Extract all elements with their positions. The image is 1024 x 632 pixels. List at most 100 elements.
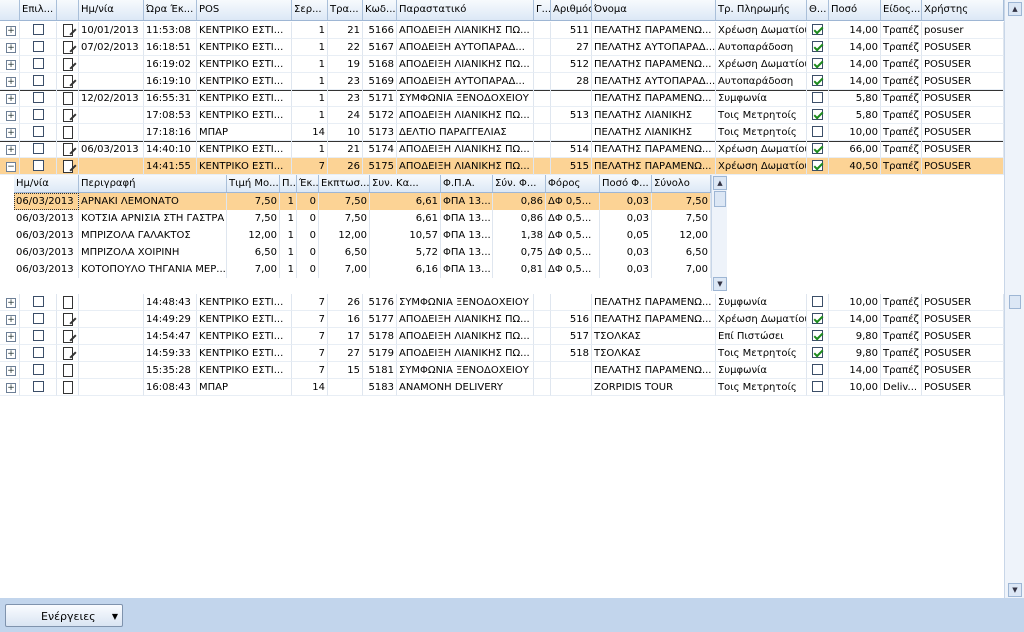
scroll-up-icon[interactable]: ▲ xyxy=(713,176,727,190)
col-header[interactable]: Σερ... xyxy=(292,0,328,20)
col-header[interactable]: Ημ/νία xyxy=(79,0,144,20)
detail-row[interactable]: 06/03/2013 ΑΡΝΑΚΙ ΛΕΜΟΝΑΤΟ 7,50 1 0 7,50 6,61 Φ… xyxy=(14,193,711,210)
table-row[interactable]: +17:18:16 ΜΠΑΡ 14 10 5173 ΔΕΛΤΙΟ ΠΑΡΑΓΓΕΛΙΑΣ Π… xyxy=(0,124,1004,141)
checkbox[interactable] xyxy=(812,160,823,171)
col-header[interactable] xyxy=(0,0,20,20)
collapse-icon[interactable]: − xyxy=(6,162,16,172)
expand-icon[interactable]: + xyxy=(6,26,16,36)
col-header[interactable]: Θ... xyxy=(807,0,829,20)
col-header[interactable]: Όνομα xyxy=(592,0,716,20)
checkbox[interactable] xyxy=(32,364,44,375)
checkbox[interactable] xyxy=(812,296,823,307)
detail-row[interactable]: 06/03/2013 ΜΠΡΙΖΟΛΑ ΧΟΙΡΙΝΗ 6,50 1 0 6,50 5,72… xyxy=(14,244,711,261)
detail-col-header[interactable]: Εκπτωσ... xyxy=(319,175,370,192)
expand-icon[interactable]: + xyxy=(6,298,16,308)
table-row[interactable]: +06/03/2013 14:40:10 ΚΕΝΤΡΙΚΟ ΕΣΤΙ... 1 21 51… xyxy=(0,141,1004,158)
table-row[interactable]: − 14:41:55 ΚΕΝΤΡΙΚΟ ΕΣΤΙ... 7 26 5175 ΑΠΟΔΕΙΞΗ… xyxy=(0,158,1004,175)
expand-icon[interactable]: + xyxy=(6,145,16,155)
checkbox[interactable] xyxy=(32,41,44,52)
expand-icon[interactable]: + xyxy=(6,128,16,138)
expand-icon[interactable]: + xyxy=(6,77,16,87)
scroll-thumb[interactable] xyxy=(714,191,726,207)
table-row[interactable]: +14:54:47 ΚΕΝΤΡΙΚΟ ΕΣΤΙ... 7 17 5178 ΑΠΟΔΕΙΞΗ… xyxy=(0,328,1004,345)
expand-icon[interactable]: + xyxy=(6,60,16,70)
checkbox[interactable] xyxy=(812,41,823,52)
scroll-down-icon[interactable]: ▼ xyxy=(713,277,727,291)
detail-col-header[interactable]: Φόρος xyxy=(546,175,600,192)
col-header[interactable]: Επιλ... xyxy=(20,0,57,20)
expand-icon[interactable]: + xyxy=(6,332,16,342)
actions-button[interactable]: Ενέργειες ▼ xyxy=(5,604,123,627)
checkbox[interactable] xyxy=(32,381,44,392)
scroll-up-icon[interactable]: ▲ xyxy=(1008,2,1022,16)
checkbox[interactable] xyxy=(32,58,44,69)
checkbox[interactable] xyxy=(32,330,44,341)
checkbox[interactable] xyxy=(812,58,823,69)
detail-col-header[interactable]: Ποσό Φ... xyxy=(600,175,652,192)
checkbox[interactable] xyxy=(32,143,44,154)
col-header[interactable]: POS xyxy=(197,0,292,20)
detail-row[interactable]: 06/03/2013 ΚΟΤΟΠΟΥΛΟ ΤΗΓΑΝΙΑ ΜΕΡ... 7,00 1 0… xyxy=(14,261,711,278)
checkbox[interactable] xyxy=(32,92,44,103)
checkbox[interactable] xyxy=(812,75,823,86)
table-row[interactable]: +16:19:10 ΚΕΝΤΡΙΚΟ ΕΣΤΙ... 1 23 5169 ΑΠΟΔΕΙΞΗ… xyxy=(0,73,1004,90)
checkbox[interactable] xyxy=(812,143,823,154)
table-row[interactable]: +16:08:43 ΜΠΑΡ 14 5183 ΑΝΑΜΟΝΗ DELIVERY ZORPI… xyxy=(0,379,1004,396)
table-row[interactable]: +14:49:29 ΚΕΝΤΡΙΚΟ ΕΣΤΙ... 7 16 5177 ΑΠΟΔΕΙΞΗ… xyxy=(0,311,1004,328)
checkbox[interactable] xyxy=(812,330,823,341)
detail-row[interactable]: 06/03/2013 ΚΟΤΣΙΑ ΑΡΝΙΣΙΑ ΣΤΗ ΓΑΣΤΡΑ 7,50 1… xyxy=(14,210,711,227)
detail-col-header[interactable]: Τιμή Μο... xyxy=(227,175,280,192)
scroll-thumb[interactable] xyxy=(1009,295,1021,309)
checkbox[interactable] xyxy=(32,347,44,358)
table-row[interactable]: +15:35:28 ΚΕΝΤΡΙΚΟ ΕΣΤΙ... 7 15 5181 ΣΥΜΦΩΝΙΑ… xyxy=(0,362,1004,379)
checkbox[interactable] xyxy=(812,24,823,35)
checkbox[interactable] xyxy=(812,347,823,358)
checkbox[interactable] xyxy=(32,296,44,307)
checkbox[interactable] xyxy=(812,109,823,120)
detail-scrollbar[interactable]: ▲ ▼ xyxy=(711,175,727,291)
checkbox[interactable] xyxy=(812,364,823,375)
checkbox[interactable] xyxy=(812,381,823,392)
main-scrollbar[interactable]: ▲ ▼ xyxy=(1004,0,1024,598)
detail-col-header[interactable]: Σύν. Φ... xyxy=(493,175,546,192)
expand-icon[interactable]: + xyxy=(6,349,16,359)
table-row[interactable]: +12/02/2013 16:55:31 ΚΕΝΤΡΙΚΟ ΕΣΤΙ... 1 23 51… xyxy=(0,90,1004,107)
checkbox[interactable] xyxy=(812,92,823,103)
detail-col-header[interactable]: Συν. Κα... xyxy=(370,175,441,192)
expand-icon[interactable]: + xyxy=(6,315,16,325)
checkbox[interactable] xyxy=(32,313,44,324)
scroll-down-icon[interactable]: ▼ xyxy=(1008,583,1022,597)
detail-col-header[interactable]: Περιγραφή xyxy=(79,175,227,192)
col-header[interactable]: Τρ. Πληρωμής xyxy=(716,0,807,20)
checkbox[interactable] xyxy=(812,313,823,324)
detail-col-header[interactable]: Ημ/νία xyxy=(14,175,79,192)
checkbox[interactable] xyxy=(812,126,823,137)
detail-col-header[interactable]: Έκ... xyxy=(297,175,319,192)
col-header[interactable]: Τρα... xyxy=(328,0,363,20)
col-header[interactable]: Είδος... xyxy=(881,0,922,20)
detail-col-header[interactable]: Φ.Π.Α. xyxy=(441,175,493,192)
detail-col-header[interactable]: Π... xyxy=(280,175,297,192)
checkbox[interactable] xyxy=(32,109,44,120)
expand-icon[interactable]: + xyxy=(6,43,16,53)
table-row[interactable]: +14:59:33 ΚΕΝΤΡΙΚΟ ΕΣΤΙ... 7 27 5179 ΑΠΟΔΕΙΞΗ… xyxy=(0,345,1004,362)
table-row[interactable]: +16:19:02 ΚΕΝΤΡΙΚΟ ΕΣΤΙ... 1 19 5168 ΑΠΟΔΕΙΞΗ… xyxy=(0,56,1004,73)
table-row[interactable]: +14:48:43 ΚΕΝΤΡΙΚΟ ΕΣΤΙ... 7 26 5176 ΣΥΜΦΩΝΙΑ… xyxy=(0,294,1004,311)
table-row[interactable]: +17:08:53 ΚΕΝΤΡΙΚΟ ΕΣΤΙ... 1 24 5172 ΑΠΟΔΕΙΞΗ… xyxy=(0,107,1004,124)
col-header[interactable]: Γ... xyxy=(534,0,551,20)
table-row[interactable]: +07/02/2013 16:18:51 ΚΕΝΤΡΙΚΟ ΕΣΤΙ... 1 22 51… xyxy=(0,39,1004,56)
col-header[interactable]: Αριθμός xyxy=(551,0,592,20)
expand-icon[interactable]: + xyxy=(6,383,16,393)
col-header[interactable] xyxy=(57,0,79,20)
detail-row[interactable]: 06/03/2013 ΜΠΡΙΖΟΛΑ ΓΑΛΑΚΤΟΣ 12,00 1 0 12,00 1… xyxy=(14,227,711,244)
checkbox[interactable] xyxy=(32,24,44,35)
col-header[interactable]: Κωδ... xyxy=(363,0,397,20)
table-row[interactable]: +10/01/2013 11:53:08 ΚΕΝΤΡΙΚΟ ΕΣΤΙ... 1 21 51… xyxy=(0,22,1004,39)
col-header[interactable]: Ποσό xyxy=(829,0,881,20)
checkbox[interactable] xyxy=(32,75,44,86)
expand-icon[interactable]: + xyxy=(6,366,16,376)
detail-col-header[interactable]: Σύνολο xyxy=(652,175,711,192)
expand-icon[interactable]: + xyxy=(6,94,16,104)
col-header[interactable]: Ώρα Έκ... xyxy=(144,0,197,20)
col-header[interactable]: Χρήστης xyxy=(922,0,1004,20)
